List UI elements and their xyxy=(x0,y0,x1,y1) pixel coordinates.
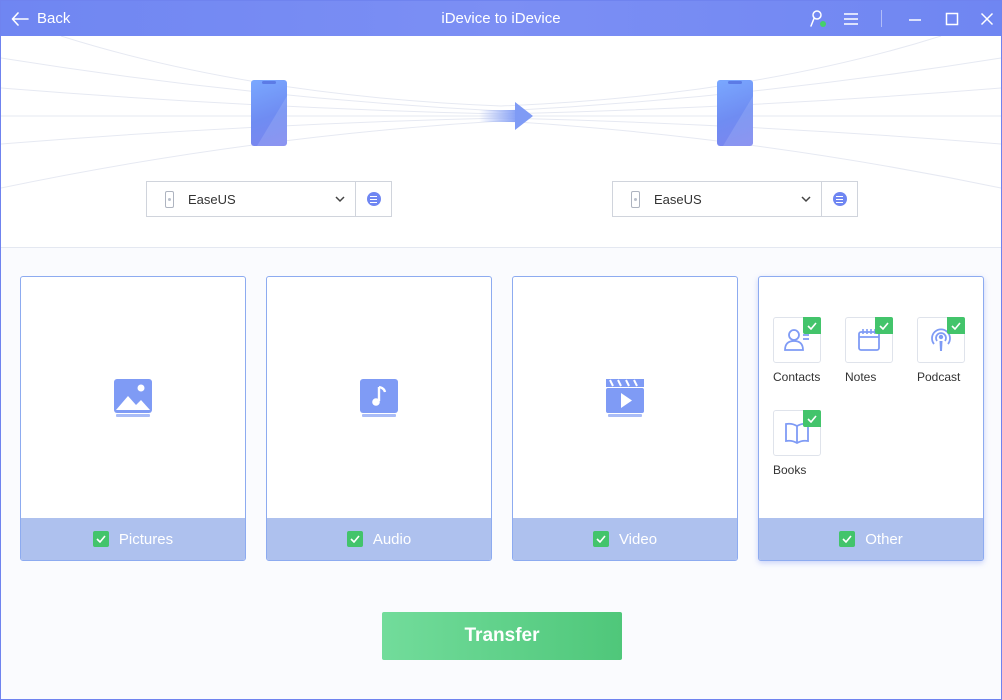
checkbox-checked-icon[interactable] xyxy=(875,317,893,334)
menu-icon xyxy=(844,13,858,25)
item-icon-box xyxy=(773,410,821,456)
chevron-down-icon xyxy=(801,196,811,203)
device-phone-icon xyxy=(165,190,174,208)
source-device-name: EaseUS xyxy=(188,191,236,207)
close-icon xyxy=(980,12,994,26)
item-icon-box xyxy=(773,317,821,363)
item-icon-box xyxy=(917,317,965,363)
source-device-menu-button[interactable] xyxy=(356,181,392,217)
list-menu-icon xyxy=(832,192,847,206)
other-item-books[interactable]: Books xyxy=(773,410,833,477)
back-label: Back xyxy=(37,10,71,27)
source-device-selector: EaseUS xyxy=(146,181,392,217)
titlebar-divider xyxy=(881,10,882,27)
minimize-icon xyxy=(909,19,921,21)
target-device-menu-button[interactable] xyxy=(822,181,858,217)
video-clapper-icon xyxy=(606,379,644,417)
pictures-icon xyxy=(114,379,152,417)
checkbox-checked-icon[interactable] xyxy=(803,317,821,334)
other-item-contacts[interactable]: Contacts xyxy=(773,317,833,384)
chevron-down-icon xyxy=(335,196,345,203)
other-item-notes[interactable]: Notes xyxy=(845,317,905,384)
back-button[interactable]: Back xyxy=(11,1,70,36)
checkbox-checked-icon[interactable] xyxy=(92,531,109,547)
transfer-button[interactable]: Transfer xyxy=(382,612,622,660)
category-label: Pictures xyxy=(118,530,174,548)
category-card-audio[interactable]: Audio xyxy=(266,276,492,561)
item-label: Books xyxy=(773,463,807,477)
maximize-icon xyxy=(945,12,959,26)
category-label: Video xyxy=(618,530,658,548)
checkbox-checked-icon[interactable] xyxy=(346,531,363,547)
app-window: Back iDevice to iDevice EaseUS EaseUS Pi… xyxy=(0,0,1002,700)
target-phone-icon xyxy=(717,80,753,146)
target-device-name: EaseUS xyxy=(654,191,702,207)
category-card-video[interactable]: Video xyxy=(512,276,738,561)
category-label: Audio xyxy=(372,530,412,548)
maximize-button[interactable] xyxy=(942,9,962,29)
minimize-button[interactable] xyxy=(905,9,925,29)
back-arrow-icon xyxy=(11,11,29,26)
checkbox-checked-icon[interactable] xyxy=(839,531,856,547)
category-label: Other xyxy=(865,530,903,548)
source-phone-icon xyxy=(251,80,287,146)
category-card-other[interactable]: Contacts Notes Podcast Books Other xyxy=(758,276,984,561)
other-item-podcast[interactable]: Podcast xyxy=(917,317,977,384)
card-body: Contacts Notes Podcast Books xyxy=(759,277,983,519)
device-panel: EaseUS EaseUS xyxy=(1,36,1001,248)
list-menu-icon xyxy=(366,192,381,206)
source-device-dropdown[interactable]: EaseUS xyxy=(146,181,356,217)
card-footer: Audio xyxy=(267,518,491,560)
card-body xyxy=(21,277,245,519)
music-note-icon xyxy=(360,379,398,417)
card-footer: Video xyxy=(513,518,737,560)
checkbox-checked-icon[interactable] xyxy=(592,531,609,547)
transfer-arrow-icon xyxy=(479,102,533,130)
category-card-pictures[interactable]: Pictures xyxy=(20,276,246,561)
close-button[interactable] xyxy=(977,9,997,29)
user-status-icon xyxy=(810,10,826,27)
card-footer: Pictures xyxy=(21,518,245,560)
target-device-selector: EaseUS xyxy=(612,181,858,217)
checkbox-checked-icon[interactable] xyxy=(947,317,965,334)
checkbox-checked-icon[interactable] xyxy=(803,410,821,427)
item-label: Podcast xyxy=(917,370,961,384)
card-body xyxy=(267,277,491,519)
title-bar: Back iDevice to iDevice xyxy=(1,1,1001,36)
device-phone-icon xyxy=(631,190,640,208)
item-label: Notes xyxy=(845,370,877,384)
menu-button[interactable] xyxy=(841,9,861,29)
target-device-dropdown[interactable]: EaseUS xyxy=(612,181,822,217)
item-icon-box xyxy=(845,317,893,363)
item-label: Contacts xyxy=(773,370,821,384)
user-status-button[interactable] xyxy=(809,9,829,29)
card-body xyxy=(513,277,737,519)
card-footer: Other xyxy=(759,518,983,560)
